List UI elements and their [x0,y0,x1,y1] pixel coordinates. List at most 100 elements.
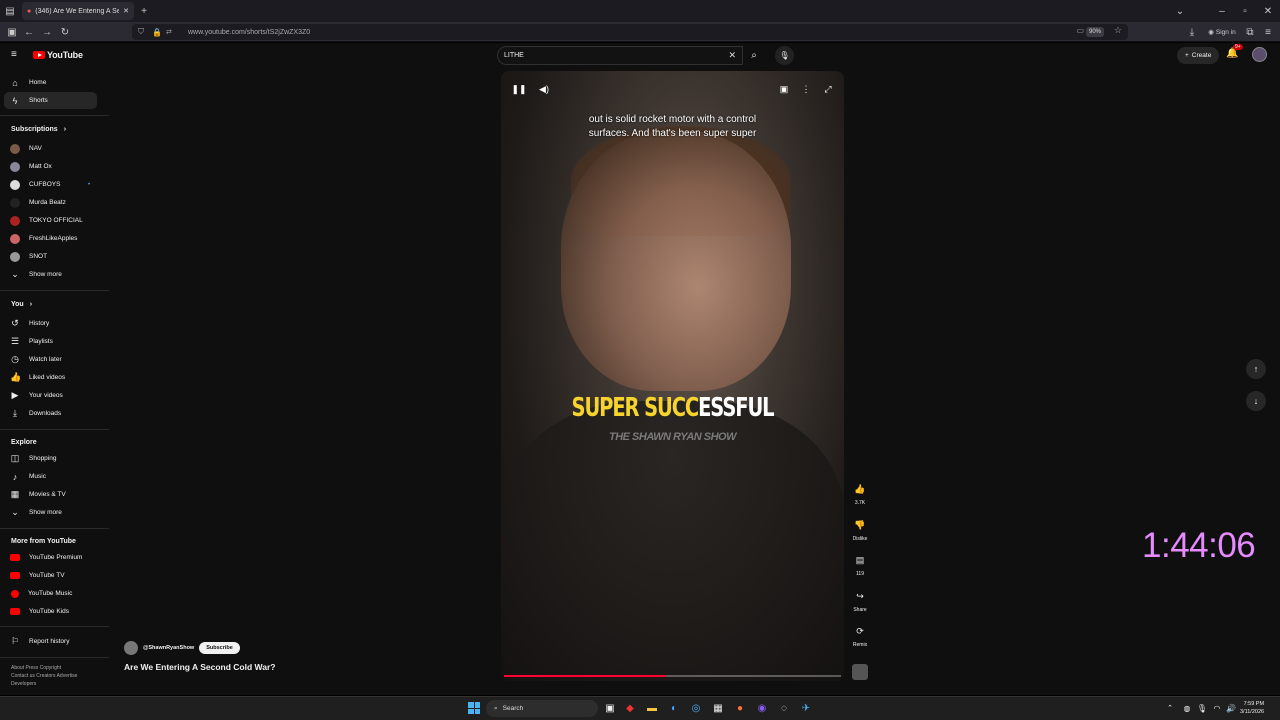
close-window-button[interactable]: ✕ [1260,3,1276,19]
sidebar-item-home[interactable]: ⌂ Home [4,74,97,91]
app-icon[interactable]: ◌ [777,701,791,715]
volume-button[interactable]: ◀) [536,81,552,97]
youtube-logo[interactable]: YouTube [33,50,83,60]
shield-icon[interactable]: ⛉ [138,27,144,37]
taskbar-clock[interactable]: 7:59 PM 3/11/2026 [1240,700,1264,716]
reload-button[interactable]: ↻ [57,24,73,40]
footer-links[interactable]: About Press Copyright [11,665,61,671]
permissions-icon[interactable]: ⇄ [166,28,172,36]
sidebar-item-downloads[interactable]: ⤓ Downloads [4,405,97,422]
show-more-explore[interactable]: ⌄ Show more [4,504,97,521]
dislike-button[interactable]: 👎 Dislike [850,515,870,543]
like-button[interactable]: 👍 3.7K [850,479,870,507]
task-view-icon[interactable]: ▣ [603,701,617,715]
sidebar-item-music[interactable]: ♪ Music [4,468,97,485]
sidebar-item-watch-later[interactable]: ◷ Watch later [4,351,97,368]
sidebar-item-youtube-kids[interactable]: YouTube Kids [4,603,97,620]
sidebar-item-shopping[interactable]: ◫ Shopping [4,450,97,467]
speaker-icon[interactable]: 🔊 [1224,701,1238,715]
subscriptions-heading[interactable]: Subscriptions › [11,126,66,133]
you-heading[interactable]: You › [11,301,32,308]
microphone-icon[interactable]: 🎙 [1195,701,1209,715]
show-more-subscriptions[interactable]: ⌄ Show more [4,266,97,283]
footer-links[interactable]: Contact us Creators Advertise [11,673,77,679]
more-options-button[interactable]: ⋮ [798,81,814,97]
guide-menu-icon[interactable]: ≡ [11,49,17,60]
sidebar-item-shorts[interactable]: ϟ Shorts [4,92,97,109]
search-box[interactable]: ✕ [497,46,743,65]
remix-button[interactable]: ⟳ Remix [850,621,870,649]
avatar[interactable] [1252,47,1267,62]
extensions-icon[interactable]: ⧉ [1242,24,1258,40]
video-title[interactable]: Are We Entering A Second Cold War? [124,662,275,672]
search-button[interactable]: ⌕ [743,46,765,65]
app-icon[interactable]: ◎ [689,701,703,715]
clear-search-icon[interactable]: ✕ [728,50,736,61]
sidebar-icon[interactable]: ▣ [4,24,20,40]
tray-expand-icon[interactable]: ⌃ [1163,701,1177,715]
next-short-button[interactable]: ↓ [1246,391,1266,411]
channel-thumbnail[interactable] [852,664,868,680]
tray-app-icon[interactable]: ◍ [1180,701,1194,715]
shorts-video-player[interactable]: ❚❚ ◀) ▣ ⋮ ⤢ out is solid rocket motor wi… [501,71,844,681]
tab-list-icon[interactable]: ⌄ [1172,3,1188,19]
back-button[interactable]: ← [21,24,37,40]
sidebar-item-subscription[interactable]: CUFBOYS • [4,176,97,193]
pause-button[interactable]: ❚❚ [511,81,527,97]
taskbar-search[interactable]: ⌕ Search [486,700,598,717]
sidebar-item-youtube-tv[interactable]: YouTube TV [4,567,97,584]
minimize-button[interactable]: – [1214,3,1230,19]
search-input[interactable] [504,52,704,59]
sidebar-item-subscription[interactable]: Matt Ox [4,158,97,175]
steam-icon[interactable]: ✈ [799,701,813,715]
reader-view-icon[interactable]: ▭ [1076,26,1084,35]
windows-start-icon[interactable] [468,702,480,714]
sidebar-item-report-history[interactable]: ⚐ Report history [4,633,97,650]
previous-short-button[interactable]: ↑ [1246,359,1266,379]
fullscreen-button[interactable]: ⤢ [820,81,836,97]
channel-handle[interactable]: @ShawnRyanShow [143,645,194,651]
sign-in-button[interactable]: ◉ Sign in [1204,24,1240,40]
sidebar-item-playlists[interactable]: ☰ Playlists [4,333,97,350]
progress-bar[interactable] [504,675,841,677]
captions-button[interactable]: ▣ [776,81,792,97]
sidebar-item-subscription[interactable]: FreshLikeApples [4,230,97,247]
url-bar[interactable]: ⛉ 🔒 ⇄ www.youtube.com/shorts/tS2jZwZX3Z0… [132,24,1128,40]
subscribe-button[interactable]: Subscribe [199,642,240,654]
close-tab-icon[interactable]: ✕ [123,7,129,15]
sidebar-item-subscription[interactable]: Murda Beatz [4,194,97,211]
create-button[interactable]: + Create [1177,47,1220,64]
discord-icon[interactable]: ◉ [755,701,769,715]
menu-icon[interactable]: ≡ [1260,24,1276,40]
downloads-icon[interactable]: ⤓ [1184,24,1200,40]
sidebar-item-your-videos[interactable]: ▶ Your videos [4,387,97,404]
sidebar-item-movies[interactable]: ▦ Movies & TV [4,486,97,503]
notifications-button[interactable]: 🔔 9+ [1226,44,1243,59]
lock-icon[interactable]: 🔒 [152,28,162,37]
sidebar-item-history[interactable]: ↺ History [4,315,97,332]
comments-button[interactable]: ▤ 119 [850,550,870,578]
edge-icon[interactable]: ◐ [667,701,681,715]
sidebar-item-youtube-premium[interactable]: YouTube Premium [4,549,97,566]
zoom-level[interactable]: 90% [1085,27,1104,37]
sidebar-item-youtube-music[interactable]: YouTube Music [4,585,97,602]
maximize-button[interactable]: ▫ [1237,3,1253,19]
footer-links[interactable]: Developers [11,681,36,687]
file-explorer-icon[interactable]: ▬ [645,701,659,715]
new-tab-button[interactable]: + [136,3,152,19]
sidebar-toggle-icon[interactable]: ▤ [2,3,18,19]
bookmark-star-icon[interactable]: ☆ [1114,25,1122,36]
sidebar-item-liked-videos[interactable]: 👍 Liked videos [4,369,97,386]
firefox-icon[interactable]: ● [733,701,747,715]
sidebar-item-subscription[interactable]: SNOT [4,248,97,265]
app-icon[interactable]: ◆ [623,701,637,715]
browser-tab[interactable]: ● (346) Are We Entering A Se ✕ [22,2,134,20]
forward-button[interactable]: → [39,24,55,40]
store-icon[interactable]: ▦ [711,701,725,715]
wifi-icon[interactable]: ◠ [1210,701,1224,715]
url-text[interactable]: www.youtube.com/shorts/tS2jZwZX3Z0 [188,29,310,36]
audio-icon[interactable]: ● [27,8,31,15]
channel-avatar[interactable] [124,641,138,655]
share-button[interactable]: ↪ Share [850,586,870,614]
sidebar-item-subscription[interactable]: TOKYO OFFICIAL [4,212,97,229]
